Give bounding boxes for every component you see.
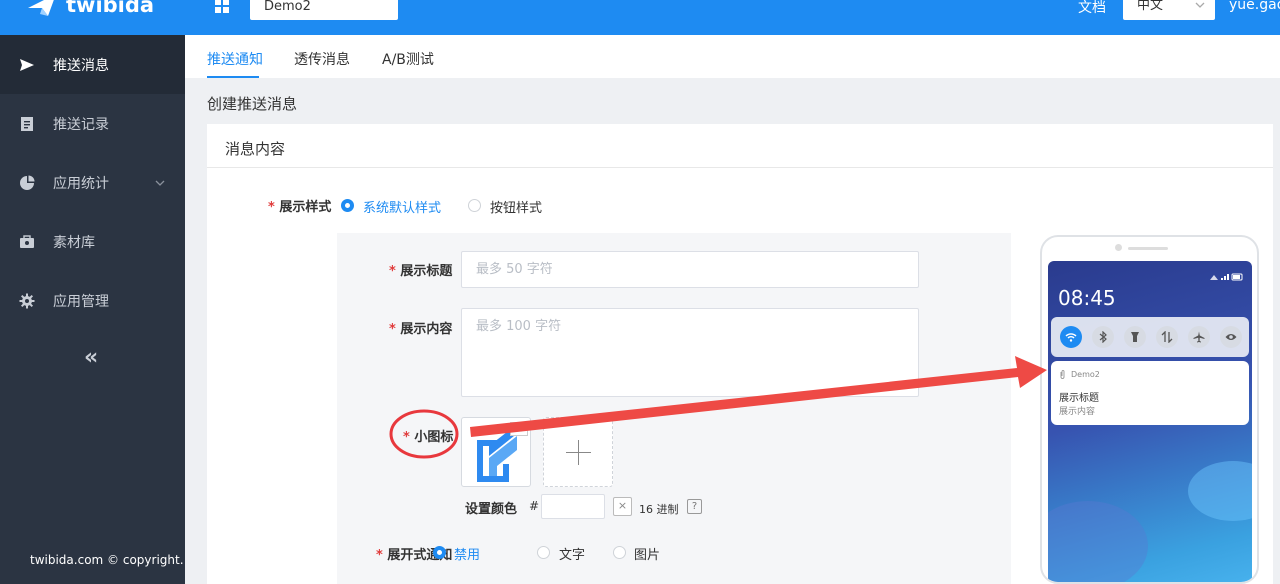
logo-mark-icon [28, 0, 54, 16]
required-mark: * [376, 548, 383, 563]
radio-expand-disabled-label[interactable]: 禁用 [454, 544, 480, 563]
help-icon[interactable]: ? [687, 499, 702, 514]
style-settings-panel: * 展示标题 最多 50 字符 * 展示内容 最多 100 字符 * 小图标 设… [337, 233, 1011, 584]
content-textarea[interactable]: 最多 100 字符 [461, 308, 919, 397]
sidebar-item-label: 素材库 [53, 234, 95, 251]
title-field-label: * 展示标题 [389, 264, 453, 279]
tab-push-notification[interactable]: 推送通知 [207, 49, 263, 69]
required-mark: * [403, 430, 410, 445]
notification-preview: Demo2 展示标题 展示内容 [1051, 361, 1249, 425]
sidebar: 推送消息 推送记录 应用统计 素材库 应用管理 « twibida.com © … [0, 35, 185, 584]
card-title: 消息内容 [225, 140, 286, 158]
sidebar-item-push-records[interactable]: 推送记录 [0, 94, 185, 153]
radio-default-style-label[interactable]: 系统默认样式 [363, 197, 441, 216]
clear-color-button[interactable]: × [613, 497, 632, 516]
title-input[interactable]: 最多 50 字符 [461, 251, 919, 288]
radio-default-style[interactable] [341, 199, 354, 212]
copyright-text: twibida.com © copyright. [30, 553, 184, 567]
language-selector[interactable]: 中文 [1123, 0, 1215, 20]
remove-icon-button[interactable]: × [510, 422, 528, 436]
phone-preview: 08:45 Demo2 展示标题 展示内容 [1040, 235, 1259, 584]
sidebar-item-app-stats[interactable]: 应用统计 [0, 153, 185, 212]
brand-name: twibida [66, 0, 155, 17]
mobile-data-toggle [1156, 326, 1178, 348]
pie-chart-icon [20, 175, 35, 190]
lock-screen-time: 08:45 [1058, 286, 1116, 310]
radio-expand-image[interactable] [613, 546, 626, 559]
chevron-down-icon [1195, 2, 1205, 8]
apps-grid-icon[interactable] [214, 0, 230, 14]
flashlight-icon [1131, 332, 1139, 342]
paperclip-icon [1060, 370, 1065, 379]
status-bar-icons [1210, 273, 1243, 281]
radio-expand-image-label[interactable]: 图片 [634, 544, 660, 563]
data-transfer-icon [1161, 331, 1173, 343]
phone-screen: 08:45 Demo2 展示标题 展示内容 [1048, 261, 1252, 582]
collapse-sidebar-button[interactable]: « [84, 345, 98, 370]
docs-link[interactable]: 文档 [1078, 0, 1106, 17]
toolbox-icon [20, 234, 34, 248]
notification-body: 展示内容 [1059, 407, 1096, 417]
sidebar-item-push-message[interactable]: 推送消息 [0, 35, 185, 94]
user-menu[interactable]: yue.gao [1229, 0, 1280, 13]
gear-icon [19, 293, 35, 308]
brand-logo[interactable]: twibida [26, 0, 154, 18]
card-header: 消息内容 [207, 124, 1273, 168]
wifi-icon [1065, 333, 1077, 342]
plus-icon [578, 440, 579, 465]
active-tab-indicator [207, 76, 259, 78]
required-mark: * [389, 264, 396, 279]
bluetooth-icon [1099, 331, 1107, 343]
sidebar-item-label: 应用统计 [53, 175, 109, 192]
quick-settings-panel [1051, 317, 1249, 357]
wallpaper-shape [1048, 501, 1148, 582]
radio-button-style-label[interactable]: 按钮样式 [490, 197, 542, 216]
hex-unit-label: 16 进制 [639, 503, 679, 516]
required-mark: * [389, 322, 396, 337]
wifi-toggle [1060, 326, 1082, 348]
color-input[interactable] [541, 494, 605, 519]
radio-button-style[interactable] [468, 199, 481, 212]
app-selector[interactable]: Demo2 [250, 0, 398, 20]
bluetooth-toggle [1092, 326, 1114, 348]
radio-expand-text-label[interactable]: 文字 [559, 544, 585, 563]
document-icon [21, 116, 33, 131]
set-color-label: 设置颜色 [465, 502, 518, 517]
tab-ab-test[interactable]: A/B测试 [382, 49, 434, 69]
display-style-label: * 展示样式 [268, 200, 332, 215]
top-bar: twibida Demo2 文档 中文 yue.gao [0, 0, 1280, 35]
tab-passthrough-message[interactable]: 透传消息 [294, 49, 350, 69]
eye-icon [1225, 334, 1237, 340]
sidebar-item-media-library[interactable]: 素材库 [0, 212, 185, 271]
hash-symbol: # [529, 499, 540, 513]
send-icon [20, 58, 34, 71]
eye-comfort-toggle [1220, 326, 1242, 348]
phone-camera [1115, 244, 1122, 251]
tab-bar: 推送通知 透传消息 A/B测试 [185, 35, 1280, 78]
sidebar-item-label: 推送记录 [53, 116, 109, 133]
phone-speaker [1128, 247, 1168, 250]
airplane-toggle [1188, 326, 1210, 348]
radio-expand-text[interactable] [537, 546, 550, 559]
content-field-label: * 展示内容 [389, 322, 453, 337]
upload-icon-button[interactable] [543, 417, 613, 487]
notification-app-name: Demo2 [1071, 370, 1100, 379]
wallpaper-shape [1188, 461, 1252, 521]
airplane-icon [1193, 331, 1205, 343]
chevron-down-icon [155, 180, 165, 186]
required-mark: * [268, 200, 275, 215]
page-title: 创建推送消息 [207, 95, 298, 113]
radio-expand-disabled[interactable] [433, 546, 446, 559]
sidebar-item-label: 推送消息 [53, 57, 109, 74]
sidebar-item-label: 应用管理 [53, 293, 109, 310]
flashlight-toggle [1124, 326, 1146, 348]
language-value: 中文 [1137, 0, 1164, 13]
sidebar-item-app-management[interactable]: 应用管理 [0, 271, 185, 330]
small-icon-label: * 小图标 [403, 430, 454, 445]
notification-title: 展示标题 [1059, 393, 1099, 404]
